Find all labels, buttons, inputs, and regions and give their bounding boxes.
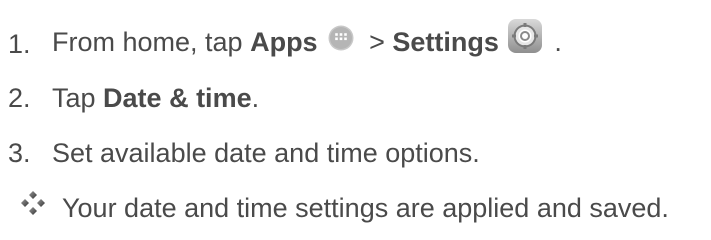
step-1: 1. From home, tap Apps > Settings . <box>8 19 562 62</box>
step-2: 2. Tap Date & time. <box>8 80 259 116</box>
date-time-label: Date & time <box>103 82 252 113</box>
result-note: Your date and time settings are applied … <box>20 190 669 226</box>
step-text-part: From home, tap <box>52 27 251 58</box>
step-separator: > <box>361 27 393 58</box>
step-text: Tap Date & time. <box>52 83 259 114</box>
step-text-part: Tap <box>52 82 104 113</box>
step-number: 3. <box>8 137 31 168</box>
step-3: 3. Set available date and time options. <box>8 135 480 171</box>
step-end: . <box>251 82 260 113</box>
settings-label: Settings <box>392 27 499 58</box>
apps-label: Apps <box>250 27 318 58</box>
step-text: From home, tap Apps > Settings . <box>52 19 562 62</box>
settings-gear-icon <box>507 18 543 54</box>
diamond-bullet-icon <box>20 190 46 216</box>
result-text: Your date and time settings are applied … <box>62 192 669 223</box>
step-end: . <box>546 27 562 58</box>
step-number: 2. <box>8 82 31 113</box>
step-text: Set available date and time options. <box>52 137 480 168</box>
step-number: 1. <box>8 28 31 59</box>
apps-grid-icon <box>328 25 354 51</box>
